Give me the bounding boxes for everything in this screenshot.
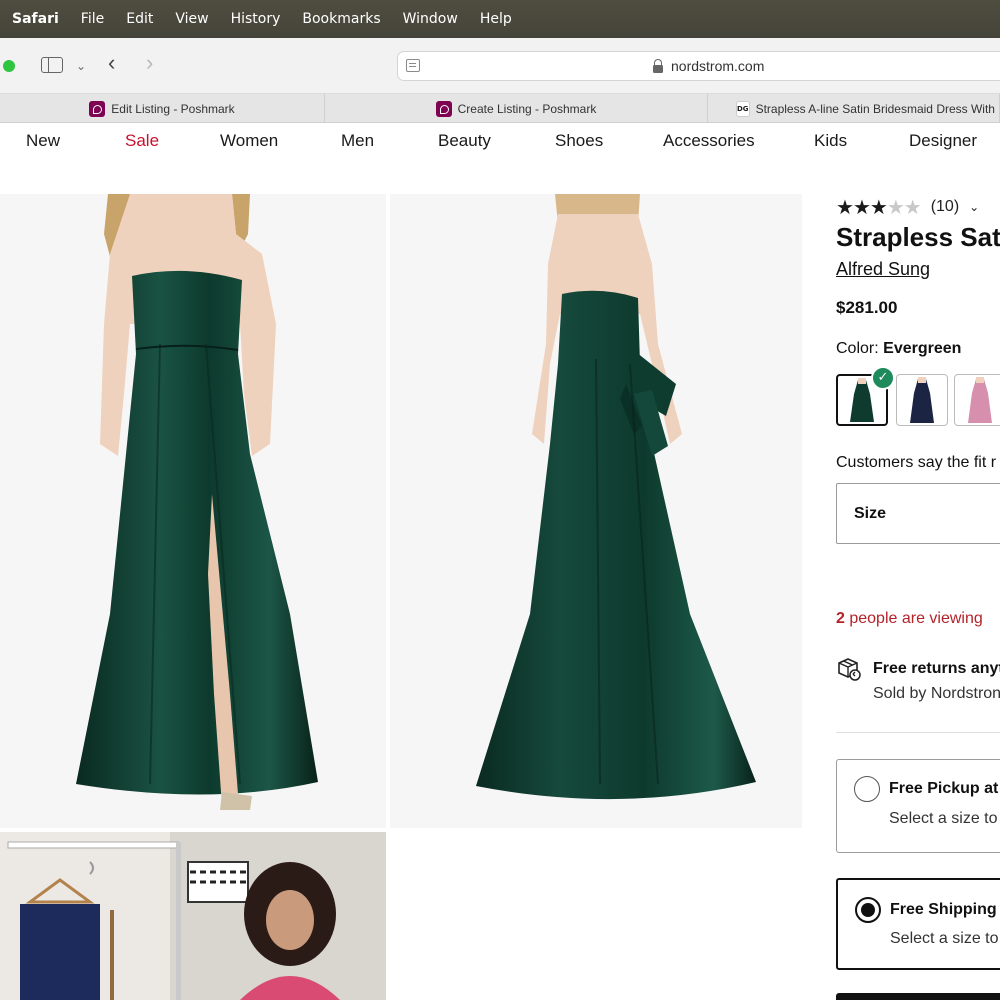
- sidebar-toggle-icon[interactable]: [41, 57, 63, 73]
- tab-bar: Edit Listing - Poshmark Create Listing -…: [0, 94, 1000, 123]
- star-filled-icon: ★: [836, 195, 854, 219]
- star-empty-icon: ★: [886, 195, 905, 219]
- browser-toolbar: ⌄ ‹ › nordstrom.com: [0, 38, 1000, 94]
- review-count[interactable]: (10): [931, 198, 959, 216]
- nav-beauty[interactable]: Beauty: [438, 131, 491, 151]
- chevron-down-icon[interactable]: ⌄: [969, 200, 979, 214]
- menu-history[interactable]: History: [231, 11, 281, 27]
- chevron-down-icon[interactable]: ⌄: [76, 57, 86, 75]
- nav-kids[interactable]: Kids: [814, 131, 847, 151]
- page-menu-icon[interactable]: [406, 59, 420, 72]
- returns-box-icon: [836, 656, 862, 682]
- shipping-title: Free Shipping t: [890, 901, 1000, 918]
- pickup-option[interactable]: Free Pickup at N Select a size to: [836, 759, 1000, 853]
- menu-help[interactable]: Help: [480, 11, 512, 27]
- shipping-sub: Select a size to: [890, 930, 999, 947]
- nav-designer[interactable]: Designer: [909, 131, 977, 151]
- nav-sale[interactable]: Sale: [125, 131, 159, 151]
- poshmark-icon: [89, 100, 106, 117]
- tab-label: Edit Listing - Poshmark: [111, 101, 235, 116]
- url-text[interactable]: nordstrom.com: [671, 58, 764, 74]
- pickup-radio[interactable]: [854, 776, 880, 802]
- video-scene-illustration: [0, 832, 386, 1000]
- window-zoom-button[interactable]: [3, 60, 15, 72]
- viewers-notice: 2 people are viewing: [836, 610, 983, 628]
- pickup-title-text: Free Pickup at: [889, 780, 1000, 797]
- star-filled-icon: ★: [852, 195, 871, 219]
- rating-stars[interactable]: ★ ★ ★ ★ ★ (10) ⌄: [836, 197, 979, 217]
- product-video-thumbnail[interactable]: [0, 832, 386, 1000]
- sold-by-text: Sold by Nordstron: [873, 685, 1000, 702]
- site-navigation: New Sale Women Men Beauty Shoes Accessor…: [0, 123, 1000, 158]
- product-price: $281.00: [836, 298, 898, 317]
- pickup-title: Free Pickup at N: [889, 780, 1000, 798]
- viewers-text: people are viewing: [844, 610, 983, 627]
- nav-new[interactable]: New: [26, 131, 60, 151]
- nav-shoes[interactable]: Shoes: [555, 131, 603, 151]
- dress-front-illustration: [76, 194, 318, 810]
- menu-file[interactable]: File: [81, 11, 104, 27]
- viewers-count: 2: [836, 610, 845, 627]
- product-image-front[interactable]: [0, 194, 386, 828]
- brand-link[interactable]: Alfred Sung: [836, 259, 930, 280]
- nav-accessories[interactable]: Accessories: [663, 131, 755, 151]
- tab-edit-listing[interactable]: Edit Listing - Poshmark: [0, 94, 325, 123]
- size-select[interactable]: Size: [836, 483, 1000, 544]
- size-select-label: Size: [854, 505, 887, 522]
- tab-bridesmaid-dress[interactable]: DG Strapless A-line Satin Bridesmaid Dre…: [708, 94, 1000, 123]
- shipping-radio[interactable]: [855, 897, 881, 923]
- address-bar[interactable]: nordstrom.com: [397, 51, 1000, 81]
- macos-menu-bar: Safari File Edit View History Bookmarks …: [0, 0, 1000, 38]
- lock-icon: [653, 59, 663, 73]
- color-label-text: Color:: [836, 340, 879, 357]
- color-label: Color: Evergreen: [836, 340, 961, 358]
- shipping-option[interactable]: Free Shipping t Select a size to: [836, 878, 1000, 970]
- back-arrow-icon[interactable]: ‹: [108, 52, 115, 74]
- nav-women[interactable]: Women: [220, 131, 278, 151]
- divider: [836, 732, 1000, 733]
- nav-men[interactable]: Men: [341, 131, 374, 151]
- selected-check-icon: ✓: [871, 366, 895, 390]
- swatch-pink[interactable]: [954, 374, 1000, 426]
- tab-create-listing[interactable]: Create Listing - Poshmark: [325, 94, 708, 123]
- tab-label: Create Listing - Poshmark: [457, 101, 597, 116]
- menu-view[interactable]: View: [175, 11, 208, 27]
- star-filled-icon: ★: [869, 195, 888, 219]
- menu-window[interactable]: Window: [403, 11, 458, 27]
- dg-icon: DG: [736, 100, 750, 117]
- menu-edit[interactable]: Edit: [126, 11, 153, 27]
- add-to-bag-button[interactable]: [836, 993, 1000, 1000]
- product-title: Strapless Satin: [836, 222, 1000, 252]
- swatch-navy[interactable]: [896, 374, 948, 426]
- forward-arrow-icon[interactable]: ›: [146, 52, 153, 74]
- menu-app-safari[interactable]: Safari: [12, 11, 59, 27]
- poshmark-icon: [435, 100, 452, 117]
- star-empty-icon: ★: [903, 195, 922, 219]
- fit-summary[interactable]: Customers say the fit r: [836, 454, 996, 472]
- dress-back-illustration: [476, 194, 756, 800]
- pickup-sub: Select a size to: [889, 810, 998, 827]
- tab-label: Strapless A-line Satin Bridesmaid Dress …: [755, 101, 999, 116]
- color-value: Evergreen: [883, 340, 962, 357]
- menu-bookmarks[interactable]: Bookmarks: [302, 11, 380, 27]
- free-returns-title: Free returns anyti: [873, 660, 1000, 677]
- product-image-back[interactable]: [390, 194, 802, 828]
